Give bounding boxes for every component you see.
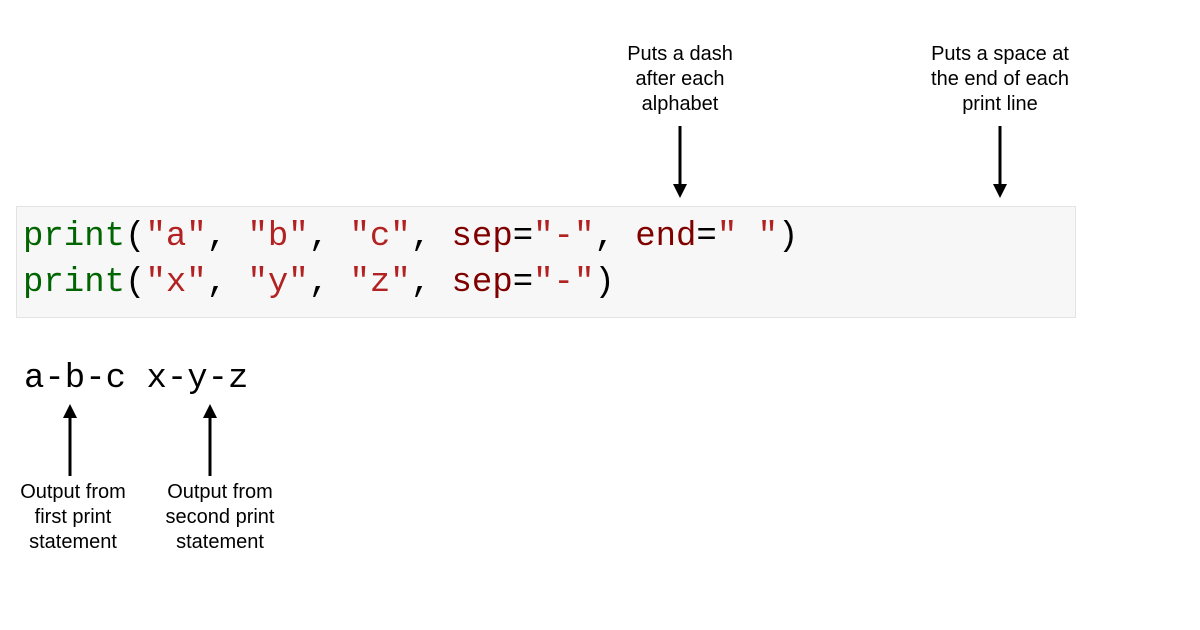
code-block: print("a", "b", "c", sep="-", end=" ") p… [16, 206, 1076, 318]
code-str: "-" [533, 264, 594, 302]
output-line: a-b-c x-y-z [24, 360, 248, 398]
code-str: "c" [350, 218, 411, 256]
code-punc: ) [594, 264, 614, 302]
code-str: "y" [247, 264, 308, 302]
annotation-out1: Output from first print statement [8, 480, 138, 555]
code-punc: ( [125, 218, 145, 256]
code-kw: sep [452, 264, 513, 302]
code-punc: , [411, 218, 452, 256]
code-str: "z" [350, 264, 411, 302]
code-kw: sep [452, 218, 513, 256]
output-space [126, 360, 146, 398]
code-punc: , [309, 264, 350, 302]
code-fn: print [23, 264, 125, 302]
code-kw: end [635, 218, 696, 256]
code-str: " " [717, 218, 778, 256]
code-punc: = [513, 218, 533, 256]
code-punc: = [513, 264, 533, 302]
code-punc: , [207, 264, 248, 302]
output-part-2: x-y-z [146, 360, 248, 398]
code-str: "x" [145, 264, 206, 302]
code-punc: = [696, 218, 716, 256]
code-punc: ( [125, 264, 145, 302]
code-punc: , [207, 218, 248, 256]
code-str: "a" [145, 218, 206, 256]
annotation-end: Puts a space at the end of each print li… [900, 42, 1100, 117]
code-punc: , [309, 218, 350, 256]
code-fn: print [23, 218, 125, 256]
code-str: "-" [533, 218, 594, 256]
annotation-sep: Puts a dash after each alphabet [590, 42, 770, 117]
output-part-1: a-b-c [24, 360, 126, 398]
code-punc: , [411, 264, 452, 302]
code-punc: , [594, 218, 635, 256]
code-punc: ) [778, 218, 798, 256]
annotation-out2: Output from second print statement [150, 480, 290, 555]
code-str: "b" [247, 218, 308, 256]
